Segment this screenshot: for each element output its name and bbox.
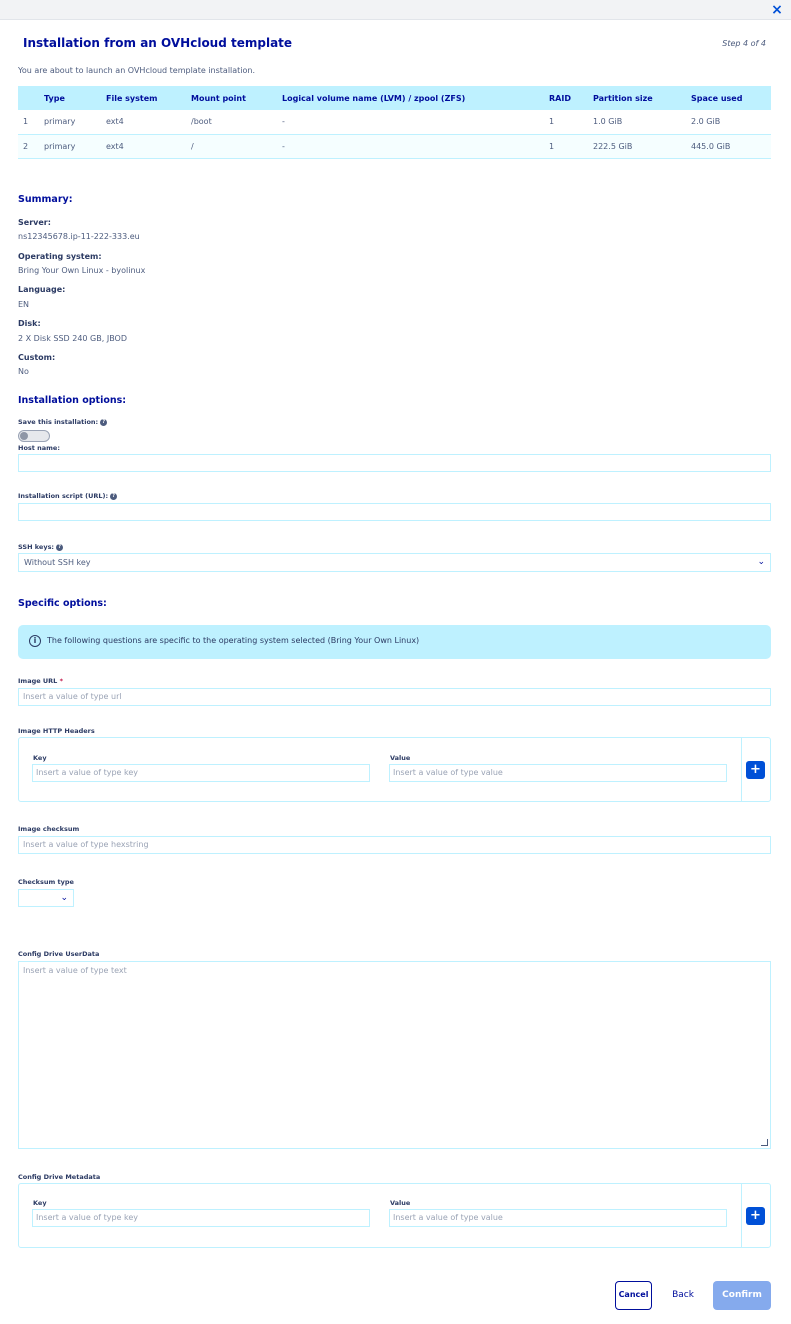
col-type: Type [44,86,106,110]
host-name-label: Host name: [18,444,60,452]
help-icon[interactable]: ? [110,492,118,500]
userdata-textarea[interactable]: Insert a value of type text [18,961,771,1149]
table-row: 1 primary ext4 /boot - 1 1.0 GiB 2.0 GiB [18,110,771,135]
os-value: Bring Your Own Linux - byolinux [18,266,146,275]
image-url-input[interactable]: Insert a value of type url [18,688,771,706]
col-raid: RAID [549,86,593,110]
save-installation-label: Save this installation: [18,418,99,426]
os-info-text: The following questions are specific to … [47,636,420,645]
host-name-input[interactable] [18,454,771,472]
summary-heading: Summary: [18,194,73,205]
checksum-type-select[interactable]: ⌄ [18,889,74,907]
chevron-down-icon: ⌄ [60,893,68,903]
info-icon: i [29,635,41,647]
image-checksum-input[interactable]: Insert a value of type hexstring [18,836,771,854]
server-value: ns12345678.ip-11-222-333.eu [18,232,140,241]
os-label: Operating system: [18,252,102,261]
modal-top-strip: × [0,0,791,20]
cell-space-used: 2.0 GiB [691,110,771,135]
cell-space-used: 445.0 GiB [691,134,771,159]
add-metadata-button[interactable]: + [746,1207,765,1225]
userdata-placeholder: Insert a value of type text [23,966,127,975]
image-checksum-label: Image checksum [18,825,80,833]
language-value: EN [18,300,30,309]
add-header-button[interactable]: + [746,761,765,779]
col-file-system: File system [106,86,191,110]
metadata-label: Config Drive Metadata [18,1173,101,1181]
cell-type: primary [44,110,106,135]
cell-raid: 1 [549,110,593,135]
ssh-keys-selected-value: Without SSH key [24,558,91,567]
cell-index: 2 [18,134,44,159]
image-url-field: Image URL * [18,677,63,685]
value-label: Value [390,754,411,762]
key-label: Key [33,1199,47,1207]
metadata-key-input[interactable]: Insert a value of type key [32,1209,370,1227]
close-icon[interactable]: × [769,2,785,18]
cell-file-system: ext4 [106,110,191,135]
cell-file-system: ext4 [106,134,191,159]
cell-volume-name: - [282,110,549,135]
disk-label: Disk: [18,319,41,328]
metadata-box: Key Insert a value of type key Value Ins… [18,1183,771,1248]
language-label: Language: [18,285,66,294]
checksum-type-label: Checksum type [18,878,74,886]
metadata-value-input[interactable]: Insert a value of type value [389,1209,727,1227]
partition-table-header: Type File system Mount point Logical vol… [18,86,771,110]
server-label: Server: [18,218,51,227]
help-icon[interactable]: ? [56,543,64,551]
image-http-headers-box: Key Insert a value of type key Value Ins… [18,737,771,802]
installation-script-input[interactable] [18,503,771,521]
toggle-knob [20,432,28,440]
divider [741,1184,742,1247]
table-row: 2 primary ext4 / - 1 222.5 GiB 445.0 GiB [18,134,771,159]
userdata-label: Config Drive UserData [18,950,100,958]
col-index [18,86,44,110]
chevron-down-icon: ⌄ [757,557,765,567]
partition-table: Type File system Mount point Logical vol… [18,86,771,159]
save-installation-field: Save this installation:? [18,418,108,426]
installation-script-label: Installation script (URL): [18,492,109,500]
image-url-label: Image URL [18,677,58,685]
custom-label: Custom: [18,353,56,362]
back-button[interactable]: Back [664,1281,702,1310]
cell-raid: 1 [549,134,593,159]
cell-type: primary [44,134,106,159]
cell-partition-size: 1.0 GiB [593,110,691,135]
confirm-button[interactable]: Confirm [713,1281,771,1310]
col-partition-size: Partition size [593,86,691,110]
divider [741,738,742,801]
intro-text: You are about to launch an OVHcloud temp… [18,66,256,75]
header-key-input[interactable]: Insert a value of type key [32,764,370,782]
disk-value: 2 X Disk SSD 240 GB, JBOD [18,334,127,343]
resize-handle-icon[interactable] [761,1139,768,1146]
ssh-keys-select[interactable]: Without SSH key ⌄ [18,553,771,572]
cell-volume-name: - [282,134,549,159]
key-label: Key [33,754,47,762]
cell-mount-point: / [191,134,282,159]
os-info-banner: i The following questions are specific t… [18,625,771,659]
modal-title: Installation from an OVHcloud template [23,36,293,50]
step-indicator: Step 4 of 4 [722,39,766,48]
required-marker: * [59,677,63,685]
installation-script-field: Installation script (URL):? [18,492,118,500]
installation-options-heading: Installation options: [18,395,127,406]
cell-partition-size: 222.5 GiB [593,134,691,159]
col-mount-point: Mount point [191,86,282,110]
col-volume-name: Logical volume name (LVM) / zpool (ZFS) [282,86,549,110]
custom-value: No [18,367,29,376]
cancel-button[interactable]: Cancel [615,1281,652,1310]
cell-index: 1 [18,110,44,135]
ssh-keys-label: SSH keys: [18,543,55,551]
cell-mount-point: /boot [191,110,282,135]
value-label: Value [390,1199,411,1207]
save-installation-toggle[interactable] [18,430,50,442]
header-value-input[interactable]: Insert a value of type value [389,764,727,782]
image-http-headers-label: Image HTTP Headers [18,727,95,735]
ssh-keys-field: SSH keys:? [18,543,64,551]
help-icon[interactable]: ? [100,418,108,426]
specific-options-heading: Specific options: [18,598,107,609]
col-space-used: Space used [691,86,771,110]
